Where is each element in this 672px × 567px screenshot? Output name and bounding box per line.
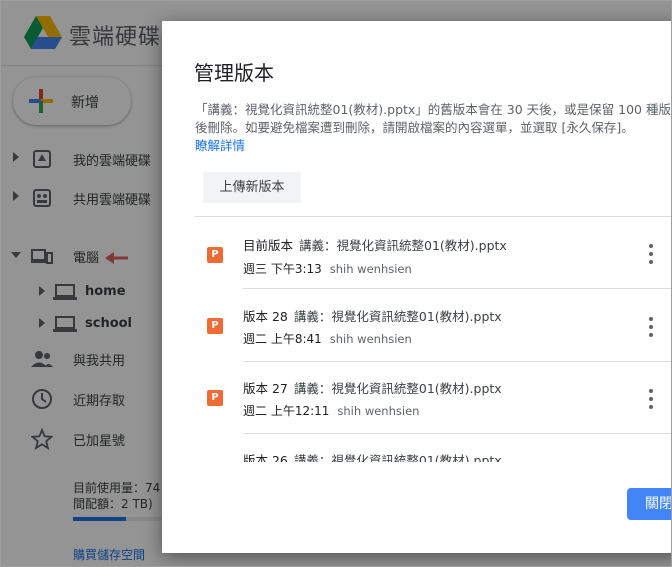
- version-author: shih wenhsien: [337, 404, 420, 418]
- pptx-file-icon: P: [207, 318, 223, 334]
- version-title: 版本 26 講義：視覺化資訊統整01(教材).pptx: [243, 450, 502, 462]
- version-filename: 講義：視覺化資訊統整01(教材).pptx: [293, 381, 502, 396]
- dialog-title: 管理版本: [194, 61, 274, 85]
- version-meta: 週三 下午3:13 shih wenhsien: [243, 260, 412, 277]
- description-line: 後刪除。如要避免檔案遭到刪除，請開啟檔案的內容選單，並選取 [永久保存]。: [195, 120, 634, 135]
- window-frame: 雲端硬碟 新增 我的雲端硬碟 共用雲端硬碟 電腦 home school 與我共…: [0, 0, 672, 567]
- version-row[interactable]: P 版本 28 講義：視覺化資訊統整01(教材).pptx 週二 上午8:41 sh…: [195, 290, 671, 362]
- more-options-icon[interactable]: [641, 242, 661, 266]
- version-title: 目前版本 講義：視覺化資訊統整01(教材).pptx: [243, 235, 507, 254]
- version-meta: 週二 上午12:11 shih wenhsien: [243, 402, 419, 419]
- pptx-file-icon: P: [207, 247, 223, 263]
- version-author: shih wenhsien: [329, 262, 412, 276]
- version-filename: 講義：視覺化資訊統整01(教材).pptx: [299, 238, 507, 253]
- version-title: 版本 27 講義：視覺化資訊統整01(教材).pptx: [243, 378, 502, 397]
- version-author: shih wenhsien: [329, 332, 412, 346]
- version-row[interactable]: P 版本 27 講義：視覺化資訊統整01(教材).pptx 週二 上午12:11 s…: [195, 362, 671, 434]
- version-filename: 講義：視覺化資訊統整01(教材).pptx: [293, 453, 502, 462]
- version-time: 週二 上午8:41: [243, 332, 322, 346]
- drive-app: 雲端硬碟 新增 我的雲端硬碟 共用雲端硬碟 電腦 home school 與我共…: [1, 1, 671, 566]
- version-row[interactable]: P 版本 26講義：視覺化資訊統整01(教材).pptx: [195, 434, 671, 462]
- version-time: 週二 上午12:11: [243, 404, 330, 418]
- manage-versions-dialog: 管理版本 「講義：視覺化資訊統整01(教材).pptx」的舊版本會在 30 天後…: [162, 21, 671, 553]
- close-button[interactable]: 關閉: [627, 488, 671, 520]
- version-label: 版本 27: [243, 381, 288, 396]
- dialog-description: 「講義：視覺化資訊統整01(教材).pptx」的舊版本會在 30 天後，或是保留…: [195, 101, 671, 155]
- version-filename: 講義：視覺化資訊統整01(教材).pptx: [293, 309, 502, 324]
- version-time: 週三 下午3:13: [243, 262, 322, 276]
- version-title: 版本 28 講義：視覺化資訊統整01(教材).pptx: [243, 306, 502, 325]
- learn-more-link[interactable]: 瞭解詳情: [195, 137, 671, 155]
- version-label: 版本 26: [243, 453, 288, 462]
- version-label: 版本 28: [243, 309, 288, 324]
- description-line: 「講義：視覺化資訊統整01(教材).pptx」的舊版本會在 30 天後，或是保留…: [195, 102, 671, 117]
- more-options-icon[interactable]: [641, 387, 661, 411]
- version-meta: 週二 上午8:41 shih wenhsien: [243, 330, 412, 347]
- version-label: 目前版本: [243, 238, 294, 253]
- more-options-icon[interactable]: [641, 315, 661, 339]
- version-list[interactable]: P 目前版本 講義：視覺化資訊統整01(教材).pptx 週三 下午3:13 shi…: [195, 217, 671, 462]
- pptx-file-icon: P: [207, 390, 223, 406]
- version-row[interactable]: P 目前版本 講義：視覺化資訊統整01(教材).pptx 週三 下午3:13 shi…: [195, 217, 671, 289]
- upload-new-version-button[interactable]: 上傳新版本: [203, 172, 301, 203]
- row-divider: [243, 288, 671, 289]
